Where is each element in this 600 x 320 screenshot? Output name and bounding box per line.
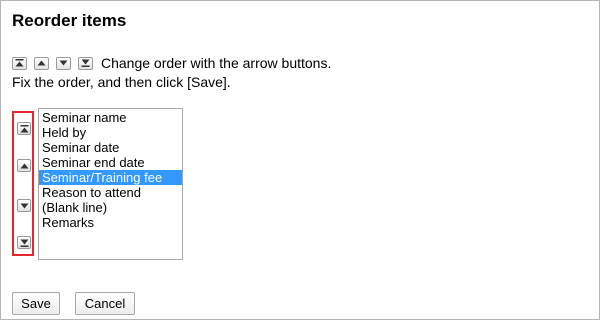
list-item[interactable]: Seminar name	[39, 110, 182, 125]
move-to-top-icon	[12, 56, 27, 70]
instruction-text-2: Fix the order, and then click [Save].	[12, 74, 231, 90]
move-down-icon	[20, 203, 28, 208]
move-to-top-button[interactable]	[17, 122, 31, 135]
list-item[interactable]: Reason to attend	[39, 185, 182, 200]
move-to-bottom-icon	[20, 239, 28, 247]
list-item[interactable]: Seminar date	[39, 140, 182, 155]
move-down-icon	[56, 56, 71, 70]
cancel-button[interactable]: Cancel	[75, 292, 135, 315]
list-item[interactable]: (Blank line)	[39, 200, 182, 215]
instruction-line-1: Change order with the arrow buttons.	[12, 54, 331, 72]
move-to-bottom-button[interactable]	[17, 236, 31, 249]
list-item[interactable]: Held by	[39, 125, 182, 140]
reorder-panel: Reorder items Change order with the arro…	[0, 0, 600, 320]
move-up-icon	[34, 56, 49, 70]
instruction-text-1: Change order with the arrow buttons.	[101, 55, 332, 71]
page-title: Reorder items	[12, 11, 127, 30]
move-up-button[interactable]	[17, 159, 31, 172]
move-down-button[interactable]	[17, 199, 31, 212]
list-item[interactable]: Seminar end date	[39, 155, 182, 170]
save-button[interactable]: Save	[12, 292, 60, 315]
list-item-selected[interactable]: Seminar/Training fee	[39, 170, 182, 185]
items-listbox[interactable]: Seminar name Held by Seminar date Semina…	[38, 108, 183, 260]
list-item[interactable]: Remarks	[39, 215, 182, 230]
move-to-top-icon	[20, 124, 28, 132]
move-to-bottom-icon	[78, 56, 93, 70]
move-up-icon	[20, 163, 28, 168]
arrow-buttons-group	[12, 111, 34, 256]
